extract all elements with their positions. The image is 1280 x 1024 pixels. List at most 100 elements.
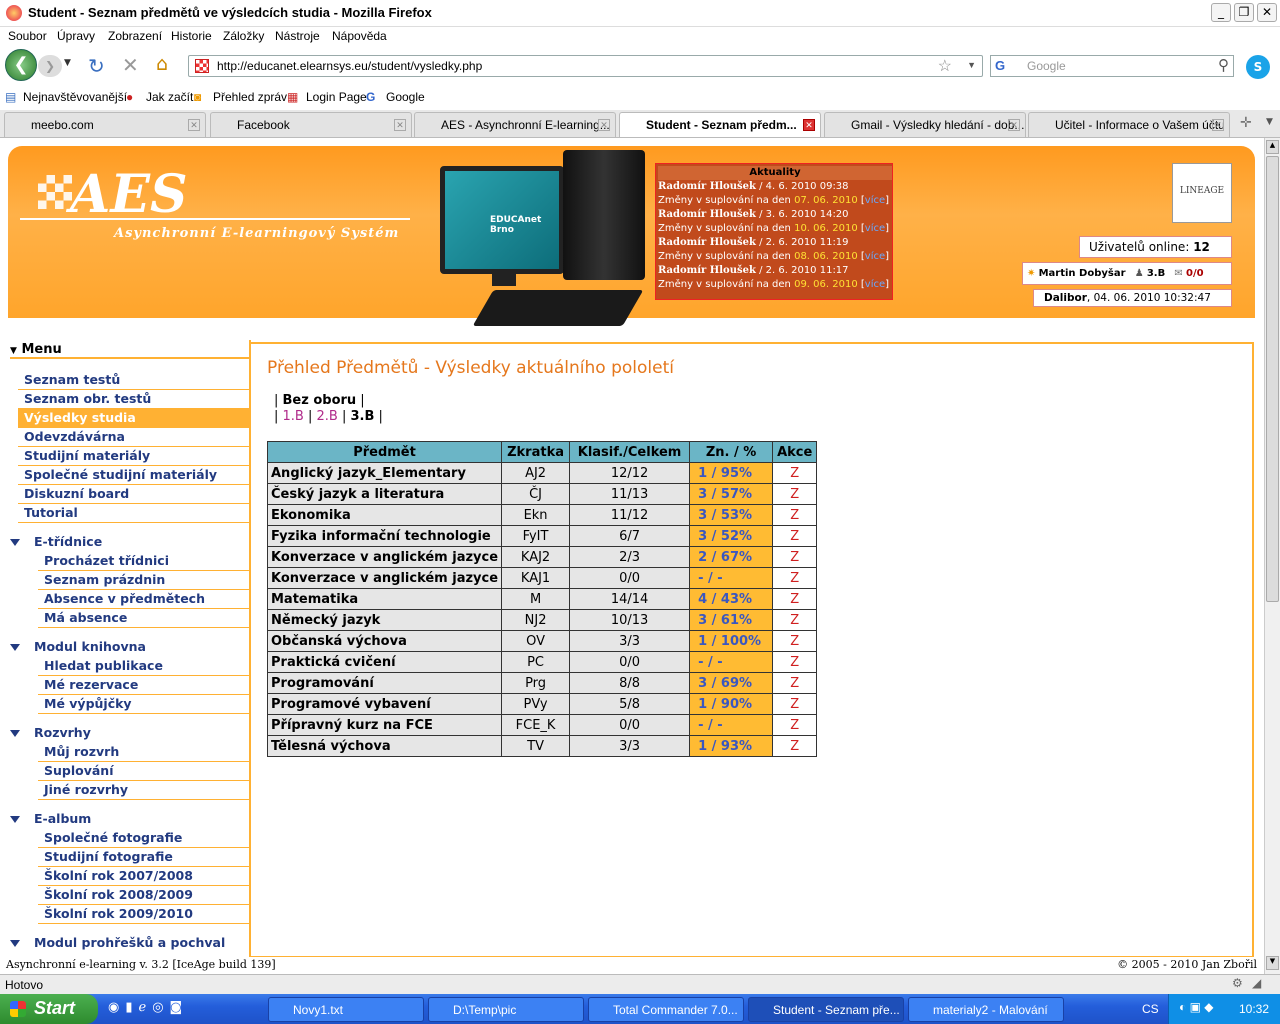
taskbar-item-total-commander[interactable]: Total Commander 7.0...	[588, 997, 744, 1022]
bookmark-getting-started[interactable]: Jak začít	[146, 90, 193, 104]
url-dropdown-icon[interactable]: ▼	[967, 60, 976, 70]
menu-header[interactable]: ▼ Menu	[10, 342, 250, 359]
messages-count[interactable]: 0/0	[1186, 268, 1204, 279]
news-more-link[interactable]: více	[865, 251, 885, 262]
menu-subitem[interactable]: Můj rozvrh	[38, 743, 249, 762]
menu-subitem[interactable]: Školní rok 2008/2009	[38, 886, 249, 905]
action-link[interactable]: Z	[772, 588, 818, 610]
scroll-up-icon[interactable]: ▲	[1266, 140, 1279, 154]
menu-section-rozvrhy[interactable]: Rozvrhy	[10, 724, 250, 743]
menu-item-spolecne-materialy[interactable]: Společné studijní materiály	[18, 466, 249, 485]
close-tab-icon[interactable]: ✕	[394, 119, 406, 131]
menu-soubor[interactable]: Soubor	[8, 29, 47, 43]
taskbar-item-malovani[interactable]: materialy2 - Malování	[908, 997, 1064, 1022]
taskbar-item-novy1[interactable]: Novy1.txt	[268, 997, 424, 1022]
back-icon[interactable]: ❮	[5, 49, 37, 81]
close-tab-icon[interactable]: ✕	[598, 119, 610, 131]
action-link[interactable]: Z	[772, 714, 818, 736]
tray-icons[interactable]: ◐ ▣ ◆	[1179, 1000, 1213, 1014]
column-header[interactable]: Předmět	[266, 441, 503, 463]
menu-subitem[interactable]: Suplování	[38, 762, 249, 781]
menu-item-seznam-obr-testu[interactable]: Seznam obr. testů	[18, 390, 249, 409]
close-tab-icon[interactable]: ✕	[1008, 119, 1020, 131]
menu-subitem[interactable]: Jiné rozvrhy	[38, 781, 249, 800]
menu-upravy[interactable]: Úpravy	[57, 29, 95, 43]
taskbar-item-firefox[interactable]: Student - Seznam pře...	[748, 997, 904, 1022]
menu-zalozky[interactable]: Záložky	[223, 29, 264, 43]
menu-subitem[interactable]: Mé výpůjčky	[38, 695, 249, 714]
action-link[interactable]: Z	[772, 483, 818, 505]
google-search-engine-icon[interactable]: G	[995, 58, 1005, 73]
scroll-down-icon[interactable]: ▼	[1266, 956, 1279, 970]
column-header[interactable]: Zn. / %	[689, 441, 774, 463]
action-link[interactable]: Z	[772, 567, 818, 589]
menu-section-knihovna[interactable]: Modul knihovna	[10, 638, 250, 657]
menu-item-studijni-materialy[interactable]: Studijní materiály	[18, 447, 249, 466]
vertical-scrollbar[interactable]: ▲ ▼	[1264, 138, 1280, 974]
action-link[interactable]: Z	[772, 651, 818, 673]
menu-napoveda[interactable]: Nápověda	[332, 29, 387, 43]
close-tab-icon[interactable]: ✕	[188, 119, 200, 131]
bookmark-star-icon[interactable]: ☆	[938, 56, 952, 76]
url-bar[interactable]: http://educanet.elearnsys.eu/student/vys…	[188, 55, 983, 77]
menu-item-tutorial[interactable]: Tutorial	[18, 504, 249, 523]
menu-subitem[interactable]: Školní rok 2007/2008	[38, 867, 249, 886]
menu-section-e-album[interactable]: E-album	[10, 810, 250, 829]
tab-ucitel[interactable]: Učitel - Informace o Vašem účtu ✕	[1028, 112, 1230, 137]
action-link[interactable]: Z	[772, 462, 818, 484]
close-tab-icon[interactable]: ✕	[803, 119, 815, 131]
class-current-3b[interactable]: 3.B	[350, 409, 374, 424]
addon-gear-icon[interactable]: ⚙	[1232, 976, 1243, 990]
menu-subitem[interactable]: Procházet třídnici	[38, 552, 249, 571]
bookmark-most-visited[interactable]: Nejnavštěvovanější	[23, 90, 127, 104]
menu-historie[interactable]: Historie	[171, 29, 212, 43]
news-more-link[interactable]: více	[865, 279, 885, 290]
action-link[interactable]: Z	[772, 672, 818, 694]
action-link[interactable]: Z	[772, 735, 818, 757]
menu-subitem[interactable]: Absence v předmětech	[38, 590, 249, 609]
news-more-link[interactable]: více	[865, 223, 885, 234]
search-input[interactable]: G Google ⚲	[990, 55, 1234, 77]
menu-subitem[interactable]: Má absence	[38, 609, 249, 628]
search-icon[interactable]: ⚲	[1218, 56, 1229, 74]
bookmark-google[interactable]: Google	[386, 90, 425, 104]
tab-aes[interactable]: AES - Asynchronní E-learning... ✕	[414, 112, 616, 137]
menu-item-diskuzni-board[interactable]: Diskuzní board	[18, 485, 249, 504]
new-tab-icon[interactable]: ✛	[1240, 115, 1252, 131]
quick-launch-icons[interactable]: ◉▮ℯ◎◙	[108, 1000, 188, 1015]
skype-icon[interactable]: S	[1246, 55, 1270, 79]
action-link[interactable]: Z	[772, 546, 818, 568]
language-indicator[interactable]: CS	[1142, 1002, 1159, 1016]
bookmark-login-page[interactable]: Login Page	[306, 90, 367, 104]
start-button[interactable]: Start	[0, 994, 98, 1024]
user-name[interactable]: Martin Dobyšar	[1039, 268, 1126, 279]
messages-icon[interactable]: ✉	[1174, 268, 1182, 279]
action-link[interactable]: Z	[772, 504, 818, 526]
menu-item-odevzdavarna[interactable]: Odevzdávárna	[18, 428, 249, 447]
tab-list-icon[interactable]: ▼	[1266, 117, 1273, 127]
menu-subitem[interactable]: Hledat publikace	[38, 657, 249, 676]
class-link-2b[interactable]: 2.B	[317, 409, 338, 424]
bookmark-news[interactable]: Přehled zpráv	[213, 90, 287, 104]
tab-meebo[interactable]: meebo.com ✕	[4, 112, 206, 137]
action-link[interactable]: Z	[772, 609, 818, 631]
forward-icon[interactable]: ❯	[38, 55, 62, 77]
tab-facebook[interactable]: Facebook ✕	[210, 112, 412, 137]
close-button[interactable]: ✕	[1257, 3, 1277, 22]
maximize-button[interactable]: ❐	[1234, 3, 1254, 22]
class-link-1b[interactable]: 1.B	[283, 409, 304, 424]
field-current[interactable]: Bez oboru	[283, 393, 357, 408]
reload-icon[interactable]: ↻	[88, 54, 105, 78]
close-tab-icon[interactable]: ✕	[1212, 119, 1224, 131]
menu-item-seznam-testu[interactable]: Seznam testů	[18, 371, 249, 390]
action-link[interactable]: Z	[772, 525, 818, 547]
stop-icon[interactable]: ✕	[122, 53, 139, 77]
menu-subitem[interactable]: Seznam prázdnin	[38, 571, 249, 590]
column-header[interactable]: Zkratka	[501, 441, 571, 463]
scroll-thumb[interactable]	[1266, 156, 1279, 602]
menu-subitem[interactable]: Společné fotografie	[38, 829, 249, 848]
menu-section-e-tridnice[interactable]: E-třídnice	[10, 533, 250, 552]
news-more-link[interactable]: více	[865, 195, 885, 206]
taskbar-item-temp-pic[interactable]: D:\Temp\pic	[428, 997, 584, 1022]
tab-gmail[interactable]: Gmail - Výsledky hledání - dob... ✕	[824, 112, 1026, 137]
